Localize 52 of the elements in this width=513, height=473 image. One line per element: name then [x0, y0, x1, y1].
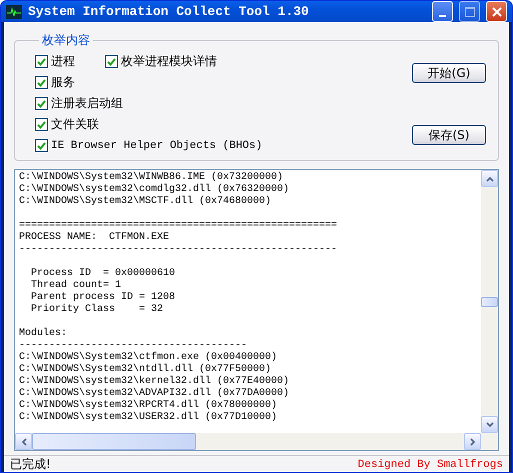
checkbox[interactable] [35, 118, 48, 131]
checkbox-label: 枚举进程模块详情 [121, 53, 217, 70]
horizontal-scrollbar[interactable] [15, 433, 481, 450]
log-line: Modules: [19, 328, 68, 340]
log-line: Thread count= 1 [30, 280, 122, 292]
start-button[interactable]: 开始(G) [412, 63, 486, 83]
minimize-button[interactable] [432, 1, 453, 22]
save-button[interactable]: 保存(S) [412, 125, 486, 145]
checkbox-label: 进程 [51, 53, 75, 70]
scroll-up-button[interactable] [481, 170, 498, 187]
checkbox[interactable] [35, 97, 48, 110]
log-line: ===================================================== [19, 220, 338, 232]
log-line: Parent process ID = 1208 [30, 292, 176, 304]
checkbox-label: 注册表启动组 [51, 95, 123, 112]
log-line: PROCESS NAME: CTFMON.EXE [19, 232, 170, 244]
log-line: C:\WINDOWS\System32\WINWB86.IME (0x73200000) [19, 172, 284, 184]
group-title: 枚举内容 [41, 32, 91, 49]
log-line: C:\WINDOWS\System32\MSCTF.dll (0x74680000) [19, 196, 272, 208]
log-line: Priority Class = 32 [30, 304, 164, 316]
log-line: C:\WINDOWS\system32\kernel32.dll (0x77E40000) [19, 376, 290, 388]
close-button[interactable] [486, 1, 507, 22]
checkbox-label: IE Browser Helper Objects (BHOs) [51, 140, 262, 152]
checkbox[interactable] [105, 55, 118, 68]
scrollbar-corner [481, 433, 498, 450]
log-line: C:\WINDOWS\system32\USER32.dll (0x77D10000) [19, 412, 278, 424]
log-line: ----------------------------------------------------- [19, 244, 338, 256]
window-title: System Information Collect Tool 1.30 [28, 4, 310, 19]
log-line: C:\WINDOWS\system32\ADVAPI32.dll (0x77DA0000) [19, 388, 290, 400]
maximize-icon [464, 6, 474, 16]
checkbox-label: 服务 [51, 74, 75, 91]
log-line: C:\WINDOWS\System32\ntdll.dll (0x77F50000) [19, 364, 272, 376]
log-line: C:\WINDOWS\System32\ctfmon.exe (0x00400000) [19, 352, 278, 364]
scroll-left-button[interactable] [15, 433, 32, 450]
scroll-thumb[interactable] [32, 433, 196, 450]
scroll-right-button[interactable] [464, 433, 481, 450]
maximize-button[interactable] [459, 1, 480, 22]
log-line: C:\WINDOWS\system32\RPCRT4.dll (0x78000000) [19, 400, 278, 412]
scroll-thumb[interactable] [481, 296, 498, 306]
app-icon [6, 4, 22, 18]
log-line: C:\WINDOWS\system32\comdlg32.dll (0x76320000) [19, 184, 290, 196]
log-line: -------------------------------------- [19, 340, 248, 352]
checkbox-label: 文件关联 [51, 116, 99, 133]
vertical-scrollbar[interactable] [481, 170, 498, 433]
checkbox[interactable] [35, 55, 48, 68]
status-text: 已完成! [10, 456, 51, 472]
minimize-icon [439, 14, 446, 16]
log-line: Process ID = 0x00000610 [30, 268, 176, 280]
checkbox[interactable] [35, 139, 48, 152]
checkbox[interactable] [35, 76, 48, 89]
close-icon [492, 6, 502, 16]
credit-text: Designed By Smallfrogs [358, 458, 503, 470]
scroll-down-button[interactable] [481, 416, 498, 433]
